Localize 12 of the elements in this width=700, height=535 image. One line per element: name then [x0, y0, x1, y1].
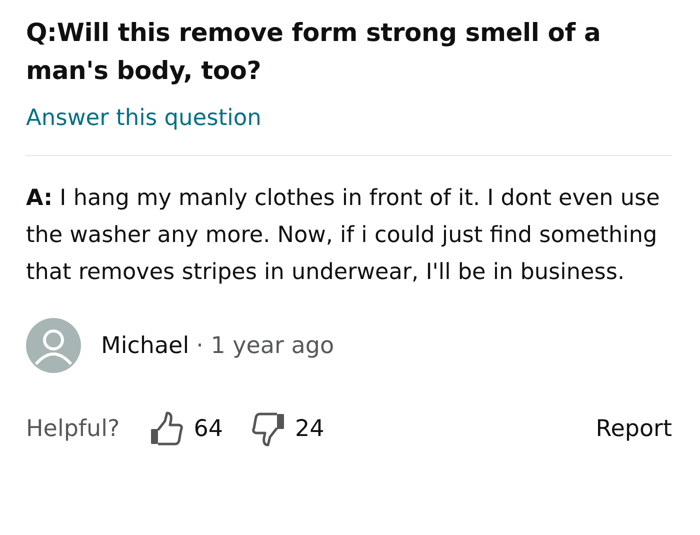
report-button[interactable]: Report	[596, 416, 672, 442]
downvote-button[interactable]: 24	[251, 411, 324, 447]
question-text: Q:Will this remove form strong smell of a man's body, too?	[26, 17, 602, 87]
author-name: Michael	[101, 332, 190, 358]
avatar-icon	[26, 318, 81, 373]
thumbs-up-icon	[150, 411, 184, 447]
helpful-label: Helpful?	[26, 416, 120, 442]
answer-time: · 1 year ago	[196, 332, 334, 358]
upvote-button[interactable]: 64	[150, 411, 223, 447]
thumbs-down-icon	[251, 411, 285, 447]
answer-text: A: I hang my manly clothes in front of it. I dont even use the washer any more. Now, if i could just find something that removes stripes in underwear, I'll be in business.	[26, 184, 661, 287]
answer-question-link[interactable]: Answer this question	[26, 105, 262, 131]
